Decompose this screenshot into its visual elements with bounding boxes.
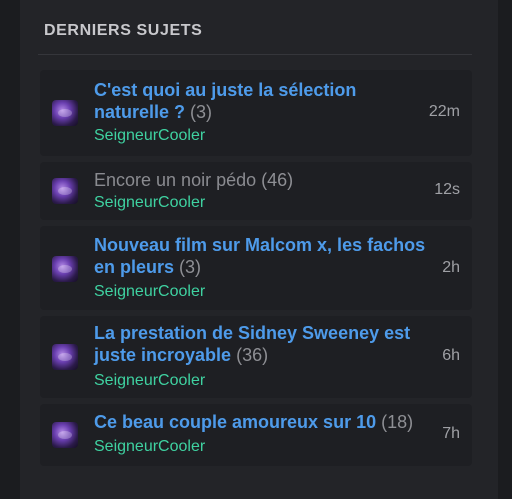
- avatar[interactable]: [52, 344, 78, 370]
- topic-reply-count: (18): [381, 412, 414, 432]
- latest-topics-panel: DERNIERS SUJETS C'est quoi au juste la s…: [20, 0, 498, 499]
- avatar[interactable]: [52, 100, 78, 126]
- topic-time: 22m: [428, 103, 460, 120]
- topic-time: 6h: [442, 347, 460, 364]
- topic-time: 12s: [434, 181, 460, 198]
- topic-author[interactable]: SeigneurCooler: [94, 438, 205, 456]
- section-title: DERNIERS SUJETS: [44, 22, 203, 39]
- topic-title[interactable]: La prestation de Sidney Sweeney est just…: [94, 322, 414, 366]
- topic-title[interactable]: Nouveau film sur Malcom x, les fachos en…: [94, 234, 434, 278]
- topic-title-text[interactable]: C'est quoi au juste la sélection naturel…: [94, 80, 356, 122]
- topic-item[interactable]: C'est quoi au juste la sélection naturel…: [40, 70, 472, 156]
- topic-item[interactable]: Ce beau couple amoureux sur 10 (18) Seig…: [40, 404, 472, 466]
- topic-reply-count: (46): [261, 170, 294, 190]
- topic-author[interactable]: SeigneurCooler: [94, 194, 205, 212]
- divider: [38, 54, 472, 55]
- topic-reply-count: (3): [179, 257, 202, 277]
- topic-title-text[interactable]: Encore un noir pédo: [94, 170, 256, 190]
- avatar[interactable]: [52, 178, 78, 204]
- topic-author[interactable]: SeigneurCooler: [94, 283, 205, 301]
- topic-item[interactable]: Nouveau film sur Malcom x, les fachos en…: [40, 226, 472, 310]
- topic-author[interactable]: SeigneurCooler: [94, 127, 205, 145]
- topic-title[interactable]: C'est quoi au juste la sélection naturel…: [94, 79, 424, 123]
- topic-title[interactable]: Ce beau couple amoureux sur 10 (18): [94, 411, 434, 433]
- topic-item[interactable]: La prestation de Sidney Sweeney est just…: [40, 316, 472, 398]
- topic-title-text[interactable]: Nouveau film sur Malcom x, les fachos en…: [94, 235, 425, 277]
- avatar[interactable]: [52, 256, 78, 282]
- topic-time: 7h: [442, 425, 460, 442]
- topic-time: 2h: [442, 259, 460, 276]
- topic-reply-count: (36): [236, 345, 269, 365]
- topic-title-text[interactable]: Ce beau couple amoureux sur 10: [94, 412, 376, 432]
- topic-author[interactable]: SeigneurCooler: [94, 372, 205, 390]
- avatar[interactable]: [52, 422, 78, 448]
- topic-item[interactable]: Encore un noir pédo (46) SeigneurCooler …: [40, 162, 472, 220]
- topic-reply-count: (3): [190, 102, 213, 122]
- topic-title[interactable]: Encore un noir pédo (46): [94, 169, 424, 191]
